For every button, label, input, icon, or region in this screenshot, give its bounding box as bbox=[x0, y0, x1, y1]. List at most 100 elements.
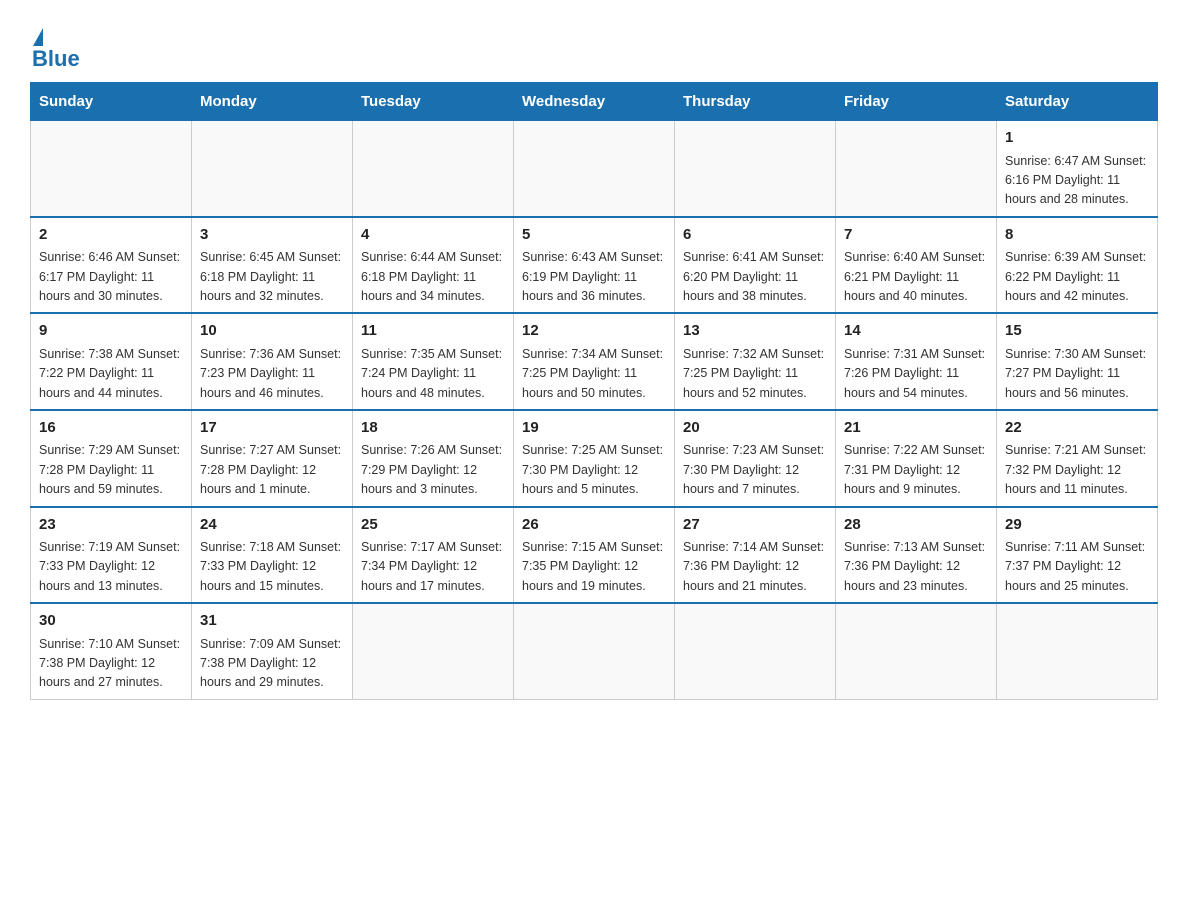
calendar-cell bbox=[836, 603, 997, 699]
calendar-cell bbox=[353, 603, 514, 699]
weekday-header-saturday: Saturday bbox=[997, 83, 1158, 121]
calendar-cell bbox=[514, 603, 675, 699]
day-number: 8 bbox=[1005, 224, 1149, 247]
day-number: 21 bbox=[844, 417, 988, 440]
day-info: Sunrise: 7:29 AM Sunset: 7:28 PM Dayligh… bbox=[39, 441, 183, 499]
day-info: Sunrise: 7:14 AM Sunset: 7:36 PM Dayligh… bbox=[683, 538, 827, 596]
calendar-cell: 21Sunrise: 7:22 AM Sunset: 7:31 PM Dayli… bbox=[836, 410, 997, 507]
calendar-cell: 4Sunrise: 6:44 AM Sunset: 6:18 PM Daylig… bbox=[353, 217, 514, 314]
day-info: Sunrise: 6:46 AM Sunset: 6:17 PM Dayligh… bbox=[39, 248, 183, 306]
calendar-cell: 2Sunrise: 6:46 AM Sunset: 6:17 PM Daylig… bbox=[31, 217, 192, 314]
header: Blue bbox=[30, 20, 1158, 72]
day-number: 13 bbox=[683, 320, 827, 343]
day-number: 20 bbox=[683, 417, 827, 440]
calendar-cell: 28Sunrise: 7:13 AM Sunset: 7:36 PM Dayli… bbox=[836, 507, 997, 604]
calendar-week-row: 30Sunrise: 7:10 AM Sunset: 7:38 PM Dayli… bbox=[31, 603, 1158, 699]
calendar-cell: 26Sunrise: 7:15 AM Sunset: 7:35 PM Dayli… bbox=[514, 507, 675, 604]
day-info: Sunrise: 7:10 AM Sunset: 7:38 PM Dayligh… bbox=[39, 635, 183, 693]
weekday-header-row: SundayMondayTuesdayWednesdayThursdayFrid… bbox=[31, 83, 1158, 121]
calendar-cell: 14Sunrise: 7:31 AM Sunset: 7:26 PM Dayli… bbox=[836, 313, 997, 410]
calendar-cell: 30Sunrise: 7:10 AM Sunset: 7:38 PM Dayli… bbox=[31, 603, 192, 699]
day-number: 9 bbox=[39, 320, 183, 343]
calendar-cell: 18Sunrise: 7:26 AM Sunset: 7:29 PM Dayli… bbox=[353, 410, 514, 507]
calendar-cell: 23Sunrise: 7:19 AM Sunset: 7:33 PM Dayli… bbox=[31, 507, 192, 604]
day-number: 10 bbox=[200, 320, 344, 343]
day-number: 15 bbox=[1005, 320, 1149, 343]
day-info: Sunrise: 7:30 AM Sunset: 7:27 PM Dayligh… bbox=[1005, 345, 1149, 403]
day-info: Sunrise: 6:40 AM Sunset: 6:21 PM Dayligh… bbox=[844, 248, 988, 306]
day-info: Sunrise: 7:26 AM Sunset: 7:29 PM Dayligh… bbox=[361, 441, 505, 499]
day-number: 31 bbox=[200, 610, 344, 633]
day-number: 22 bbox=[1005, 417, 1149, 440]
day-info: Sunrise: 7:38 AM Sunset: 7:22 PM Dayligh… bbox=[39, 345, 183, 403]
day-info: Sunrise: 7:25 AM Sunset: 7:30 PM Dayligh… bbox=[522, 441, 666, 499]
day-info: Sunrise: 7:19 AM Sunset: 7:33 PM Dayligh… bbox=[39, 538, 183, 596]
day-info: Sunrise: 7:34 AM Sunset: 7:25 PM Dayligh… bbox=[522, 345, 666, 403]
calendar-cell: 22Sunrise: 7:21 AM Sunset: 7:32 PM Dayli… bbox=[997, 410, 1158, 507]
day-info: Sunrise: 6:44 AM Sunset: 6:18 PM Dayligh… bbox=[361, 248, 505, 306]
calendar-cell bbox=[675, 603, 836, 699]
calendar-cell: 7Sunrise: 6:40 AM Sunset: 6:21 PM Daylig… bbox=[836, 217, 997, 314]
day-number: 23 bbox=[39, 514, 183, 537]
day-number: 17 bbox=[200, 417, 344, 440]
day-number: 24 bbox=[200, 514, 344, 537]
calendar-cell: 29Sunrise: 7:11 AM Sunset: 7:37 PM Dayli… bbox=[997, 507, 1158, 604]
day-number: 12 bbox=[522, 320, 666, 343]
day-number: 1 bbox=[1005, 127, 1149, 150]
calendar-cell: 16Sunrise: 7:29 AM Sunset: 7:28 PM Dayli… bbox=[31, 410, 192, 507]
day-info: Sunrise: 7:11 AM Sunset: 7:37 PM Dayligh… bbox=[1005, 538, 1149, 596]
logo-triangle-icon bbox=[33, 28, 43, 46]
day-number: 16 bbox=[39, 417, 183, 440]
day-number: 27 bbox=[683, 514, 827, 537]
calendar-cell bbox=[997, 603, 1158, 699]
day-number: 11 bbox=[361, 320, 505, 343]
day-info: Sunrise: 7:15 AM Sunset: 7:35 PM Dayligh… bbox=[522, 538, 666, 596]
calendar-cell bbox=[514, 121, 675, 217]
calendar-week-row: 23Sunrise: 7:19 AM Sunset: 7:33 PM Dayli… bbox=[31, 507, 1158, 604]
day-number: 26 bbox=[522, 514, 666, 537]
day-info: Sunrise: 6:41 AM Sunset: 6:20 PM Dayligh… bbox=[683, 248, 827, 306]
calendar-cell: 15Sunrise: 7:30 AM Sunset: 7:27 PM Dayli… bbox=[997, 313, 1158, 410]
day-info: Sunrise: 6:47 AM Sunset: 6:16 PM Dayligh… bbox=[1005, 152, 1149, 210]
day-info: Sunrise: 6:45 AM Sunset: 6:18 PM Dayligh… bbox=[200, 248, 344, 306]
calendar-cell: 10Sunrise: 7:36 AM Sunset: 7:23 PM Dayli… bbox=[192, 313, 353, 410]
day-number: 2 bbox=[39, 224, 183, 247]
day-info: Sunrise: 7:21 AM Sunset: 7:32 PM Dayligh… bbox=[1005, 441, 1149, 499]
calendar-cell: 31Sunrise: 7:09 AM Sunset: 7:38 PM Dayli… bbox=[192, 603, 353, 699]
day-info: Sunrise: 6:39 AM Sunset: 6:22 PM Dayligh… bbox=[1005, 248, 1149, 306]
day-number: 7 bbox=[844, 224, 988, 247]
day-info: Sunrise: 7:13 AM Sunset: 7:36 PM Dayligh… bbox=[844, 538, 988, 596]
calendar-cell: 12Sunrise: 7:34 AM Sunset: 7:25 PM Dayli… bbox=[514, 313, 675, 410]
calendar-cell: 11Sunrise: 7:35 AM Sunset: 7:24 PM Dayli… bbox=[353, 313, 514, 410]
calendar-cell: 8Sunrise: 6:39 AM Sunset: 6:22 PM Daylig… bbox=[997, 217, 1158, 314]
calendar-week-row: 9Sunrise: 7:38 AM Sunset: 7:22 PM Daylig… bbox=[31, 313, 1158, 410]
day-info: Sunrise: 7:32 AM Sunset: 7:25 PM Dayligh… bbox=[683, 345, 827, 403]
day-number: 28 bbox=[844, 514, 988, 537]
day-info: Sunrise: 7:22 AM Sunset: 7:31 PM Dayligh… bbox=[844, 441, 988, 499]
calendar-cell: 19Sunrise: 7:25 AM Sunset: 7:30 PM Dayli… bbox=[514, 410, 675, 507]
calendar-cell: 13Sunrise: 7:32 AM Sunset: 7:25 PM Dayli… bbox=[675, 313, 836, 410]
day-number: 30 bbox=[39, 610, 183, 633]
calendar-cell bbox=[675, 121, 836, 217]
calendar-cell bbox=[192, 121, 353, 217]
calendar-week-row: 16Sunrise: 7:29 AM Sunset: 7:28 PM Dayli… bbox=[31, 410, 1158, 507]
day-info: Sunrise: 7:27 AM Sunset: 7:28 PM Dayligh… bbox=[200, 441, 344, 499]
calendar-cell: 1Sunrise: 6:47 AM Sunset: 6:16 PM Daylig… bbox=[997, 121, 1158, 217]
calendar-cell bbox=[31, 121, 192, 217]
calendar-cell: 9Sunrise: 7:38 AM Sunset: 7:22 PM Daylig… bbox=[31, 313, 192, 410]
day-number: 18 bbox=[361, 417, 505, 440]
day-info: Sunrise: 7:31 AM Sunset: 7:26 PM Dayligh… bbox=[844, 345, 988, 403]
day-number: 14 bbox=[844, 320, 988, 343]
day-number: 19 bbox=[522, 417, 666, 440]
day-info: Sunrise: 7:23 AM Sunset: 7:30 PM Dayligh… bbox=[683, 441, 827, 499]
day-info: Sunrise: 7:09 AM Sunset: 7:38 PM Dayligh… bbox=[200, 635, 344, 693]
day-info: Sunrise: 7:35 AM Sunset: 7:24 PM Dayligh… bbox=[361, 345, 505, 403]
day-info: Sunrise: 6:43 AM Sunset: 6:19 PM Dayligh… bbox=[522, 248, 666, 306]
calendar-cell: 3Sunrise: 6:45 AM Sunset: 6:18 PM Daylig… bbox=[192, 217, 353, 314]
logo: Blue bbox=[30, 30, 80, 72]
calendar-cell: 5Sunrise: 6:43 AM Sunset: 6:19 PM Daylig… bbox=[514, 217, 675, 314]
day-info: Sunrise: 7:18 AM Sunset: 7:33 PM Dayligh… bbox=[200, 538, 344, 596]
calendar-cell bbox=[836, 121, 997, 217]
weekday-header-friday: Friday bbox=[836, 83, 997, 121]
day-number: 29 bbox=[1005, 514, 1149, 537]
